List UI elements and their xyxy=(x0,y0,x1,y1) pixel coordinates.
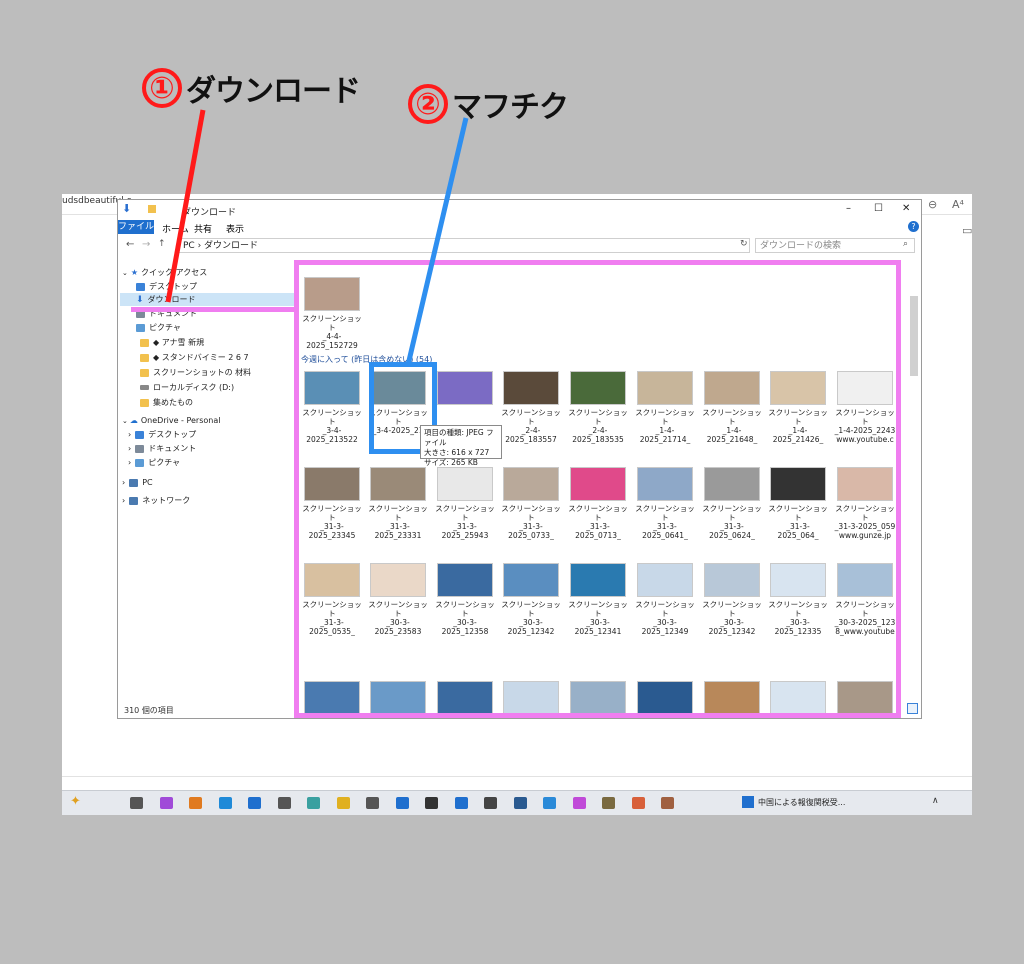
outlook-icon[interactable] xyxy=(248,797,261,809)
annotation-label-2: ② マフチク xyxy=(408,82,569,126)
sparkle-icon[interactable]: ✦ xyxy=(70,794,81,809)
app4-icon[interactable] xyxy=(661,797,674,809)
annotation-text-1: ダウンロード xyxy=(186,74,361,109)
news-icon xyxy=(742,796,754,808)
media-icon[interactable] xyxy=(277,797,291,809)
terminal-icon[interactable] xyxy=(513,797,527,809)
taskbar: ✦ 中国による報復関税受... ∧ xyxy=(62,790,972,815)
annotation-line-2 xyxy=(405,117,469,366)
photos-icon[interactable] xyxy=(543,797,556,809)
calendar2-icon[interactable] xyxy=(454,797,468,809)
settings-icon[interactable] xyxy=(484,797,497,809)
edge-icon[interactable] xyxy=(218,797,232,809)
annotation-text-2: マフチク xyxy=(452,90,569,125)
tray-overflow-icon[interactable]: ∧ xyxy=(932,796,939,806)
notes-icon[interactable] xyxy=(307,797,320,809)
files-icon[interactable] xyxy=(336,797,350,809)
annotation-label-1: ① ダウンロード xyxy=(142,66,361,110)
annotation-number-2: ② xyxy=(408,84,448,124)
app3-icon[interactable] xyxy=(631,797,645,809)
annotation-line-1 xyxy=(165,109,206,303)
clock-icon[interactable] xyxy=(425,797,438,809)
annotation-number-1: ① xyxy=(142,68,182,108)
annotation-lines xyxy=(165,109,469,366)
app-icon[interactable] xyxy=(189,797,202,809)
news-ticker[interactable]: 中国による報復関税受... xyxy=(758,797,845,808)
store-icon[interactable] xyxy=(395,797,409,809)
taskview-icon[interactable] xyxy=(130,797,143,809)
calendar-icon[interactable] xyxy=(366,797,379,809)
paint-icon[interactable] xyxy=(572,797,586,809)
app2-icon[interactable] xyxy=(602,797,615,809)
copilot-icon[interactable] xyxy=(159,797,173,809)
